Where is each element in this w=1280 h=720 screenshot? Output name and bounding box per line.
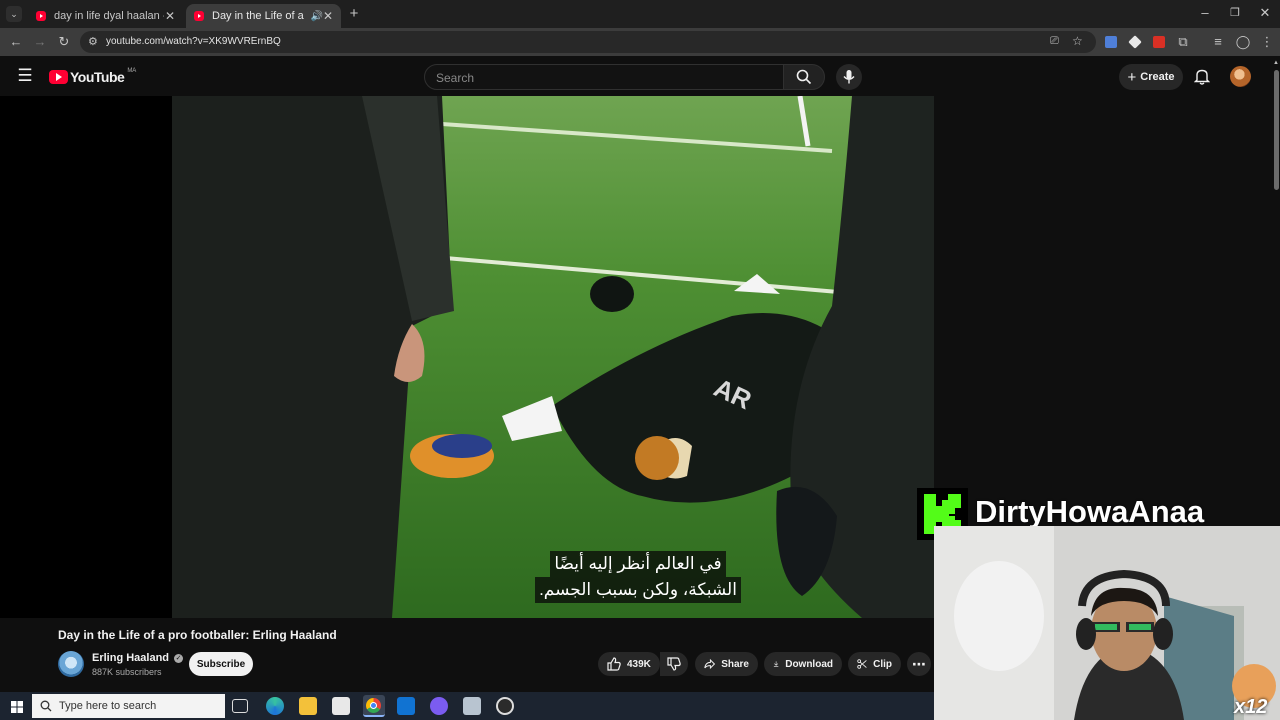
search-button[interactable] (783, 64, 825, 90)
tab-title: Day in the Life of a pro footballer (212, 10, 306, 22)
voice-search-button[interactable] (836, 64, 862, 90)
scissors-icon (857, 659, 867, 669)
tab-current-video[interactable]: Day in the Life of a pro footballer 🔊 ✕ (186, 4, 341, 28)
channel-name-text: Erling Haaland (92, 652, 170, 664)
install-app-icon[interactable]: ⎚ (1050, 35, 1059, 48)
browser-tab-strip: ⌄ day in life dyal haalan - YouTube ✕ Da… (0, 0, 1280, 28)
app-icon[interactable] (463, 697, 481, 715)
browser-menu-icon[interactable]: ⋮ (1259, 34, 1275, 50)
youtube-favicon-icon (194, 11, 204, 21)
forward-icon[interactable]: → (32, 34, 48, 50)
reload-icon[interactable]: ↻ (56, 34, 72, 50)
bookmark-star-icon[interactable]: ☆ (1072, 34, 1083, 48)
dislike-button[interactable] (660, 652, 688, 676)
task-view-icon[interactable] (232, 699, 248, 713)
reading-list-icon[interactable]: ≡ (1210, 34, 1226, 50)
subtitle-line-1: في العالم أنظر إليه أيضًا (550, 551, 726, 577)
tab-title: day in life dyal haalan - YouTube (54, 10, 164, 22)
download-label: Download (785, 658, 833, 670)
site-info-icon[interactable]: ⚙ (88, 35, 98, 48)
restore-icon[interactable]: ❐ (1227, 5, 1243, 21)
scroll-up-arrow-icon[interactable]: ▲ (1272, 60, 1280, 68)
create-label: Create (1140, 71, 1175, 83)
verified-icon: ✓ (174, 653, 184, 663)
create-button[interactable]: + Create (1119, 64, 1183, 90)
address-bar[interactable]: ⚙ youtube.com/watch?v=XK9WVRErnBQ ⎚ ☆ (80, 31, 1096, 53)
url-text: youtube.com/watch?v=XK9WVRErnBQ (106, 36, 281, 47)
thumbs-up-icon (607, 657, 621, 671)
close-window-icon[interactable]: ✕ (1257, 5, 1273, 21)
taskbar-search-icon (40, 700, 52, 715)
viewer-badge: x12 (1234, 696, 1268, 718)
new-tab-icon[interactable]: + (346, 6, 362, 22)
outlook-icon[interactable] (397, 697, 415, 715)
youtube-logo[interactable]: YouTube MA (49, 68, 137, 85)
search-input[interactable]: Search (424, 64, 784, 90)
download-icon (773, 661, 779, 667)
share-label: Share (721, 658, 749, 670)
clip-button[interactable]: Clip (848, 652, 901, 676)
more-actions-button[interactable]: ⋯ (907, 652, 931, 676)
thumbs-down-icon (667, 657, 681, 671)
messenger-icon[interactable] (430, 697, 448, 715)
obs-studio-icon[interactable] (496, 697, 514, 715)
windows-start-icon[interactable] (11, 700, 23, 713)
channel-name[interactable]: Erling Haaland ✓ (92, 652, 184, 664)
download-button[interactable]: Download (764, 652, 842, 676)
edge-browser-icon[interactable] (266, 697, 284, 715)
file-explorer-icon[interactable] (299, 697, 317, 715)
video-player[interactable]: AR (0, 96, 934, 618)
account-avatar[interactable] (1230, 66, 1251, 87)
youtube-favicon-icon (36, 11, 46, 21)
profile-icon[interactable]: ◯ (1235, 34, 1251, 50)
speaker-icon[interactable]: 🔊 (310, 11, 322, 22)
webcam-overlay: x12 (934, 526, 1280, 720)
translate-extension-icon[interactable] (1105, 36, 1117, 48)
extensions-puzzle-icon[interactable]: ⧉ (1175, 34, 1191, 50)
clip-label: Clip (873, 658, 892, 670)
video-title: Day in the Life of a pro footballer: Erl… (58, 628, 337, 642)
minimize-icon[interactable]: – (1197, 5, 1213, 21)
extension-red-icon[interactable] (1153, 36, 1165, 48)
taskbar-search-input[interactable]: Type here to search (32, 694, 225, 718)
search-icon (796, 69, 812, 85)
notifications-bell-icon[interactable] (1193, 68, 1211, 90)
tab-list-icon[interactable]: ⌄ (6, 6, 22, 22)
like-count: 439K (627, 658, 651, 670)
streamer-name-overlay: DirtyHowaAnaa (975, 494, 1205, 529)
chrome-browser-icon[interactable] (363, 695, 385, 717)
like-button[interactable]: 439K (598, 652, 660, 676)
more-horizontal-icon: ⋯ (912, 655, 926, 672)
youtube-play-logo-icon (49, 70, 68, 84)
youtube-wordmark: YouTube (70, 69, 125, 85)
microsoft-store-icon[interactable] (332, 697, 350, 715)
channel-avatar[interactable] (58, 651, 84, 677)
video-frame: AR (172, 96, 934, 618)
subscribe-button[interactable]: Subscribe (189, 652, 253, 676)
microphone-icon (843, 70, 855, 84)
close-tab-icon[interactable]: ✕ (323, 9, 333, 23)
back-icon[interactable]: ← (8, 34, 24, 50)
share-button[interactable]: Share (695, 652, 758, 676)
subscriber-count: 887K subscribers (92, 667, 162, 677)
hamburger-menu-icon[interactable]: ☰ (17, 67, 33, 84)
region-code: MA (127, 68, 137, 74)
tab-youtube-search[interactable]: day in life dyal haalan - YouTube ✕ (28, 4, 183, 28)
close-tab-icon[interactable]: ✕ (165, 9, 175, 23)
plus-icon: + (1127, 68, 1137, 86)
video-subtitles: في العالم أنظر إليه أيضًا الشبكة، ولكن ب… (534, 551, 742, 603)
subtitle-line-2: الشبكة، ولكن بسبب الجسم. (535, 577, 741, 603)
video-scene: AR (172, 96, 934, 618)
page-scrollbar[interactable]: ▲ (1272, 60, 1280, 200)
share-icon (704, 658, 716, 670)
scrollbar-thumb[interactable] (1273, 70, 1279, 190)
